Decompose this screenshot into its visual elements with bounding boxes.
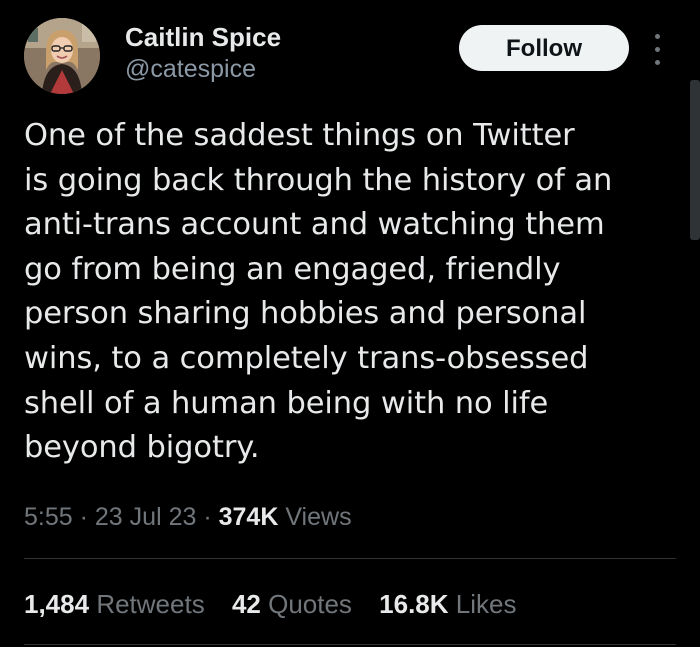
quotes-count: 42: [231, 589, 261, 619]
likes-count: 16.8K: [379, 589, 449, 619]
likes-label: Likes: [455, 589, 517, 619]
divider: [24, 558, 676, 559]
views-label: Views: [285, 503, 352, 531]
author-display-name[interactable]: Caitlin Spice: [125, 22, 281, 52]
scrollbar-thumb[interactable]: [690, 80, 700, 240]
quotes-stat[interactable]: 42 Quotes: [232, 589, 352, 619]
avatar-image: [24, 18, 100, 94]
tweet-stats: 1,484 Retweets 42 Quotes 16.8K Likes: [24, 586, 536, 622]
more-dots-vertical-icon[interactable]: [650, 32, 666, 68]
meta-separator: ·: [203, 503, 212, 531]
likes-stat[interactable]: 16.8K Likes: [379, 589, 516, 619]
tweet-time[interactable]: 5:55: [24, 503, 73, 531]
follow-button[interactable]: Follow: [459, 25, 629, 71]
more-dot: [655, 34, 660, 39]
meta-separator: ·: [79, 503, 88, 531]
more-dot: [655, 60, 660, 65]
author-names: Caitlin Spice @catespice: [125, 22, 281, 85]
views-count: 374K: [218, 503, 279, 531]
more-dot: [655, 47, 660, 52]
retweets-label: Retweets: [96, 589, 205, 619]
quotes-label: Quotes: [268, 589, 352, 619]
divider: [24, 644, 676, 645]
tweet-text: One of the saddest things on Twitter is …: [24, 118, 613, 466]
tweet-meta: 5:55 · 23 Jul 23 · 374K Views: [24, 500, 352, 534]
tweet-header: Caitlin Spice @catespice Follow: [24, 18, 674, 98]
retweets-count: 1,484: [24, 589, 90, 619]
avatar[interactable]: [24, 18, 100, 94]
author-handle[interactable]: @catespice: [125, 53, 281, 85]
tweet-date[interactable]: 23 Jul 23: [95, 503, 196, 531]
retweets-stat[interactable]: 1,484 Retweets: [24, 589, 205, 619]
